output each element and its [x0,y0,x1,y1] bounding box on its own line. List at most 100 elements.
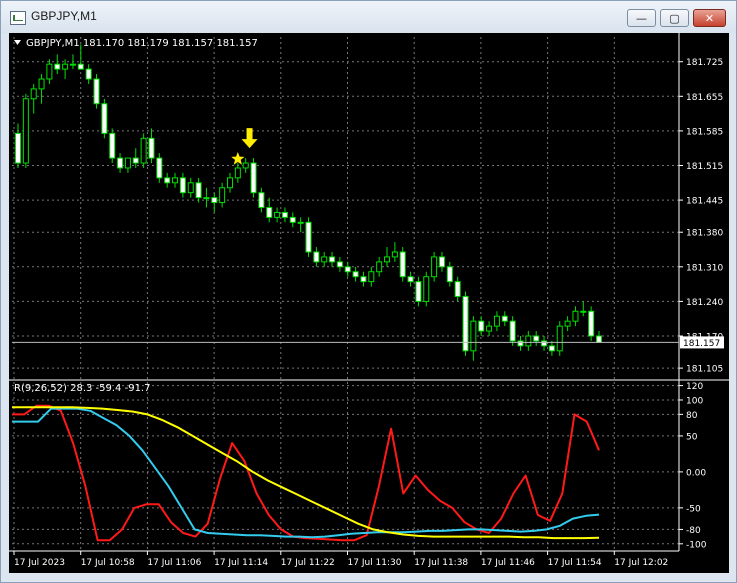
time-tick-label: 17 Jul 11:46 [481,558,535,568]
indicator-tick-label: 0.00 [686,468,706,478]
title-bar[interactable]: GBPJPY,M1 — ▢ ✕ [1,1,736,33]
candle-body [564,320,571,327]
candle-body [274,211,281,218]
candle [423,271,430,307]
candle-body [211,197,218,204]
indicator-tick-label: -100 [686,540,707,550]
maximize-icon: ▢ [669,11,680,25]
candle-body [493,315,500,327]
close-icon: ✕ [704,11,715,25]
current-price-label: 181.157 [683,339,720,349]
time-tick-label: 17 Jul 11:14 [214,558,268,568]
candle [156,153,163,183]
candle-body [368,271,375,283]
candle [588,306,595,341]
candle [109,128,116,164]
candle-body [313,251,320,263]
candle [250,158,257,198]
candle-body [305,221,312,253]
candle-body [250,162,257,194]
candle-body [533,335,540,342]
candle-body [258,192,265,209]
indicator-tick-label: -80 [686,526,701,536]
candle-body [344,266,351,273]
time-tick-label: 17 Jul 12:02 [614,558,668,568]
candle-body [588,310,595,337]
candle [22,93,29,168]
candle-body [179,177,186,194]
close-button[interactable]: ✕ [693,9,726,27]
candle [415,276,422,307]
candle-body [501,315,508,322]
candle-body [352,271,359,278]
candle-body [580,310,587,313]
candle-body [329,256,336,263]
candle-body [195,182,202,199]
candle-body [38,78,45,90]
candle-body [572,310,579,322]
candle [399,247,406,282]
candle-body [556,325,563,352]
price-tick-label: 181.585 [686,127,723,137]
candle-body [478,320,485,332]
candle-body [156,157,163,179]
candle-body [54,63,61,70]
price-tick-label: 181.725 [686,58,723,68]
candle-body [203,197,210,200]
candle-body [297,221,304,224]
candle-body [509,320,516,342]
time-tick-label: 17 Jul 11:22 [281,558,335,568]
candle-body [360,276,367,283]
candle [305,217,312,257]
candle-body [172,177,179,184]
chart-window-icon [10,11,26,25]
candle-body [124,157,131,169]
candle [93,74,100,109]
candle-body [376,261,383,273]
candle-body [517,340,524,347]
candle-body [109,132,116,159]
price-tick-label: 181.445 [686,197,723,207]
candle-body [415,281,422,302]
time-tick-label: 17 Jul 11:30 [348,558,402,568]
candle [462,291,469,356]
candle [101,98,108,139]
candle-body [470,320,477,352]
candle-body [486,325,493,332]
minimize-icon: — [636,11,647,25]
candle-body [234,167,241,179]
time-tick-label: 17 Jul 11:06 [147,558,201,568]
chart-area[interactable]: 181.725 181.655 181.585 181.515 181.445 181.3… [9,33,729,573]
candle [509,316,516,346]
candle-body [596,335,602,343]
minimize-button[interactable]: — [627,9,656,27]
candle-body [384,256,391,263]
chart-background [9,33,729,573]
chart-window: GBPJPY,M1 — ▢ ✕ 181.725 181.655 181.585 181… [0,0,737,583]
candle-body [289,216,296,223]
candle-body [407,276,414,283]
chart-header: GBPJPY,M1 181.170 181.179 181.157 181.15… [14,38,258,49]
candle-body [391,251,398,258]
maximize-button[interactable]: ▢ [660,9,689,27]
candle-body [541,340,548,347]
candle-body [548,345,555,352]
price-chart[interactable]: 181.725 181.655 181.585 181.515 181.445 181.3… [9,33,729,573]
candle-body [77,63,84,70]
indicator-tick-label: -50 [686,504,701,514]
time-tick-label: 17 Jul 11:54 [548,558,602,568]
price-tick-label: 181.240 [686,298,723,308]
chart-header-text: GBPJPY,M1 181.170 181.179 181.157 181.15… [26,38,258,49]
candle [431,251,438,282]
candle-body [46,63,53,80]
candle [556,321,563,356]
candle-body [22,98,29,164]
candle-body [226,177,233,189]
candle [140,133,147,168]
candle-body [446,266,453,283]
candle-body [321,256,328,263]
price-tick-label: 181.380 [686,229,723,239]
candle-body [85,68,92,80]
candle-body [69,63,76,66]
candle-body [15,132,21,164]
